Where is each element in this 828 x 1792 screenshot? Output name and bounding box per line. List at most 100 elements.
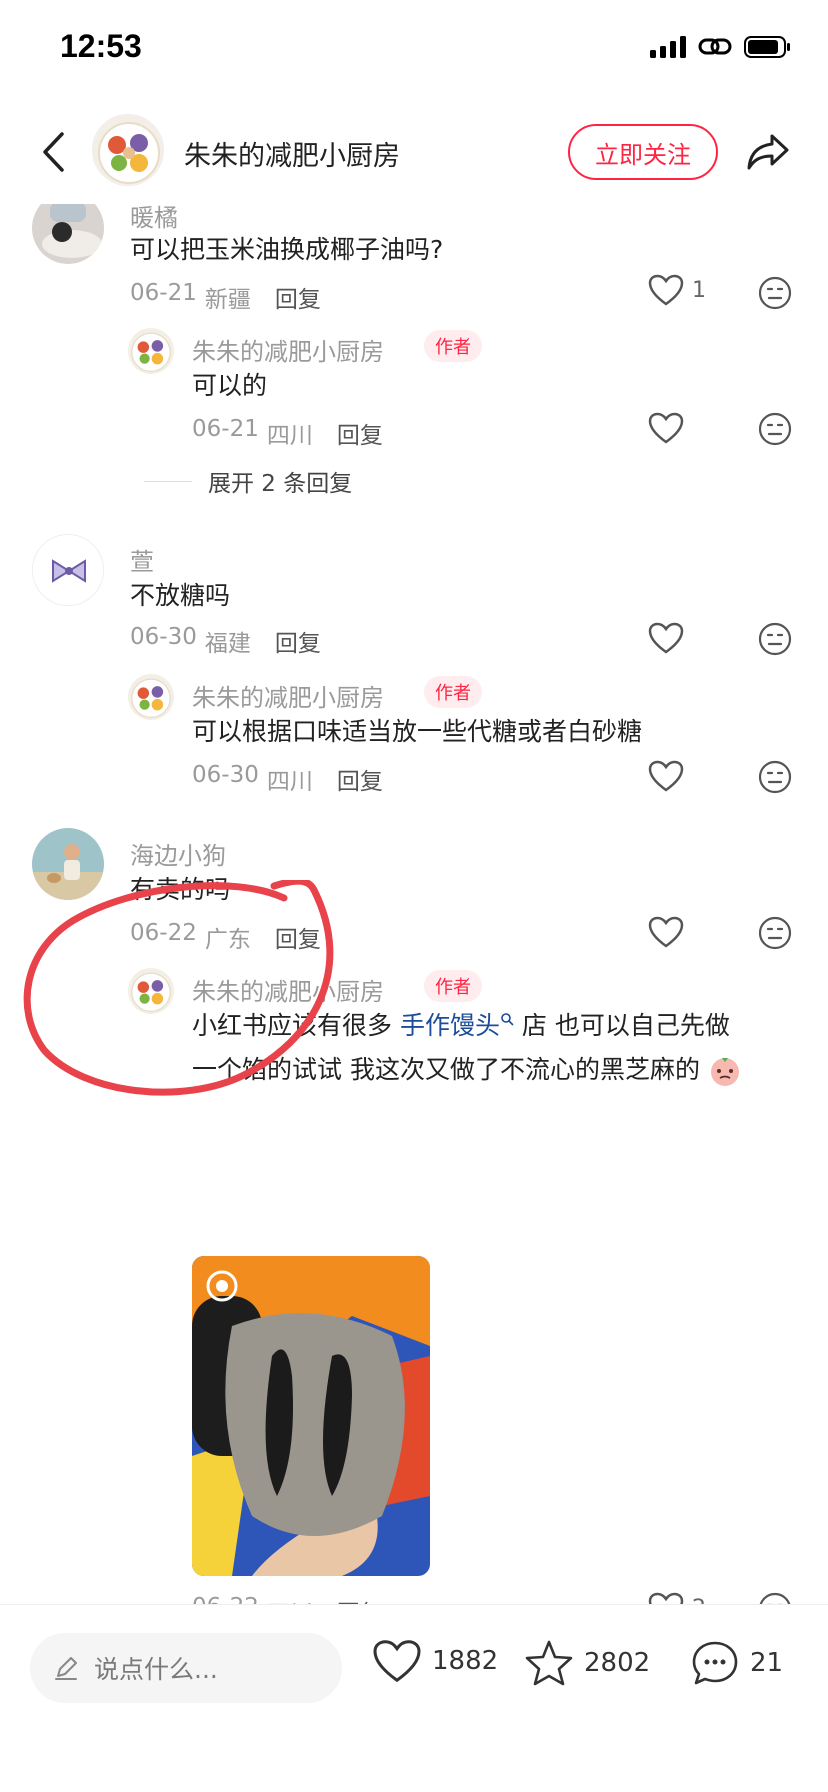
comment-input[interactable]: 说点什么... <box>30 1633 342 1703</box>
reply-location: 四川 <box>267 1594 313 1604</box>
reply-text[interactable]: 可以的 <box>192 364 267 408</box>
pencil-icon <box>55 1657 77 1680</box>
heart-icon <box>648 274 684 306</box>
comment-meta: 06-22 广东 回复 <box>130 920 321 954</box>
commenter-name[interactable]: 海边小狗 <box>130 836 226 871</box>
dislike-face-icon[interactable] <box>758 412 792 446</box>
reply-author-avatar[interactable] <box>128 674 174 720</box>
comment-location: 福建 <box>204 631 251 657</box>
author-badge: 作者 <box>424 676 482 708</box>
reply-button[interactable]: 回复 <box>337 762 383 796</box>
commenter-avatar[interactable] <box>32 828 104 900</box>
collect-button[interactable]: 2802 <box>524 1639 650 1687</box>
comment-location: 新疆 <box>204 287 251 313</box>
food-bowl-avatar-icon <box>128 968 174 1014</box>
comment-date: 06-30 <box>130 624 197 650</box>
shy-face-emoji-icon <box>710 1058 739 1086</box>
reply-author-name[interactable]: 朱朱的减肥小厨房 <box>192 678 384 713</box>
comments-button[interactable]: 21 <box>690 1639 783 1687</box>
like-count: 1 <box>692 277 706 303</box>
comment-list: 暖橘 可以把玉米油换成椰子油吗? 06-21 新疆 回复 1 朱朱的减肥小厨房 … <box>0 204 828 1604</box>
dislike-face-icon[interactable] <box>758 916 792 950</box>
chat-bubble-icon <box>692 1641 738 1685</box>
reply-button[interactable]: 回复 <box>337 416 383 450</box>
dislike-face-icon[interactable] <box>758 1592 792 1604</box>
link-icon <box>698 38 732 55</box>
collect-count: 2802 <box>584 1648 651 1678</box>
author-avatar[interactable] <box>92 114 164 186</box>
beach-photo-avatar-icon <box>32 828 104 900</box>
commenter-avatar[interactable] <box>32 204 104 264</box>
share-icon <box>747 134 789 170</box>
comment-text[interactable]: 有卖的吗 <box>130 868 230 912</box>
reply-photo[interactable] <box>192 1256 430 1576</box>
comment-text[interactable]: 不放糖吗 <box>130 574 230 618</box>
reply-meta: 06-22 四川 回复 <box>192 1594 383 1604</box>
like-post-button[interactable]: 1882 <box>372 1639 498 1683</box>
reply-date: 06-21 <box>192 416 259 442</box>
food-bowl-avatar-icon <box>128 328 174 374</box>
reply-button[interactable]: 回复 <box>275 280 321 314</box>
dislike-face-icon[interactable] <box>758 276 792 310</box>
heart-icon <box>648 1592 684 1604</box>
reply-author-name[interactable]: 朱朱的减肥小厨房 <box>192 332 384 367</box>
heart-icon[interactable] <box>648 622 684 654</box>
bow-avatar-icon <box>33 535 103 605</box>
heart-icon[interactable] <box>648 760 684 792</box>
reply-date: 06-30 <box>192 762 259 788</box>
comment-input-placeholder: 说点什么... <box>94 1655 218 1684</box>
signal-icon <box>650 36 686 58</box>
status-bar: 12:53 <box>0 0 828 100</box>
dislike-face-icon[interactable] <box>758 622 792 656</box>
heart-icon <box>373 1640 421 1683</box>
reply-author-avatar[interactable] <box>128 968 174 1014</box>
reply-location: 四川 <box>266 423 313 449</box>
back-button[interactable] <box>28 124 78 180</box>
reply-text-line2: 一个馅的试试 我这次又做了不流心的黑芝麻的 <box>192 1055 700 1084</box>
comment-count: 21 <box>750 1648 784 1678</box>
star-icon <box>525 1640 573 1686</box>
reply-button[interactable]: 回复 <box>275 624 321 658</box>
reply-meta: 06-21 四川 回复 <box>192 416 383 450</box>
reply-date: 06-22 <box>192 1594 259 1604</box>
comment-date: 06-21 <box>130 280 197 306</box>
user-photo-avatar-icon <box>32 204 104 264</box>
topic-link[interactable]: 手作馒头 <box>400 1011 500 1040</box>
reply-button[interactable]: 回复 <box>337 1594 383 1604</box>
header: 朱朱的减肥小厨房 立即关注 <box>0 100 828 204</box>
sesame-bun-photo-icon <box>192 1256 430 1576</box>
reply-button[interactable]: 回复 <box>275 920 321 954</box>
like-count: 2 <box>692 1596 706 1605</box>
author-name[interactable]: 朱朱的减肥小厨房 <box>184 134 400 173</box>
heart-icon[interactable] <box>648 412 684 444</box>
food-bowl-avatar-icon <box>93 115 163 185</box>
reply-meta: 06-30 四川 回复 <box>192 762 383 796</box>
search-icon[interactable] <box>500 1012 514 1026</box>
reply-location: 四川 <box>266 769 313 795</box>
dislike-face-icon[interactable] <box>758 760 792 794</box>
reply-text[interactable]: 可以根据口味适当放一些代糖或者白砂糖 <box>192 710 642 754</box>
author-badge: 作者 <box>424 330 482 362</box>
bottom-bar: 说点什么... 1882 2802 21 <box>0 1604 828 1792</box>
reply-author-name[interactable]: 朱朱的减肥小厨房 <box>192 972 384 1007</box>
follow-button[interactable]: 立即关注 <box>568 124 718 180</box>
reply-text-after-link: 店 也可以自己先做 <box>513 1011 730 1040</box>
battery-icon <box>744 36 790 58</box>
comment-text[interactable]: 可以把玉米油换成椰子油吗? <box>130 228 443 272</box>
status-time: 12:53 <box>60 28 142 64</box>
reply-author-avatar[interactable] <box>128 328 174 374</box>
expand-replies-label: 展开 2 条回复 <box>208 471 353 497</box>
like-button[interactable]: 1 <box>648 274 706 306</box>
reply-text[interactable]: 小红书应该有很多 手作馒头 店 也可以自己先做 一个馅的试试 我这次又做了不流心… <box>192 1004 792 1092</box>
post-like-count: 1882 <box>432 1646 499 1676</box>
share-button[interactable] <box>742 126 794 178</box>
expand-replies-button[interactable]: 展开 2 条回复 <box>144 464 352 498</box>
comment-meta: 06-30 福建 回复 <box>130 624 321 658</box>
divider-line <box>144 480 192 482</box>
commenter-avatar[interactable] <box>32 534 104 606</box>
comment-location: 广东 <box>204 927 251 953</box>
heart-icon[interactable] <box>648 916 684 948</box>
commenter-name[interactable]: 萱 <box>130 542 154 577</box>
comment-meta: 06-21 新疆 回复 <box>130 280 321 314</box>
like-button[interactable]: 2 <box>648 1592 706 1604</box>
